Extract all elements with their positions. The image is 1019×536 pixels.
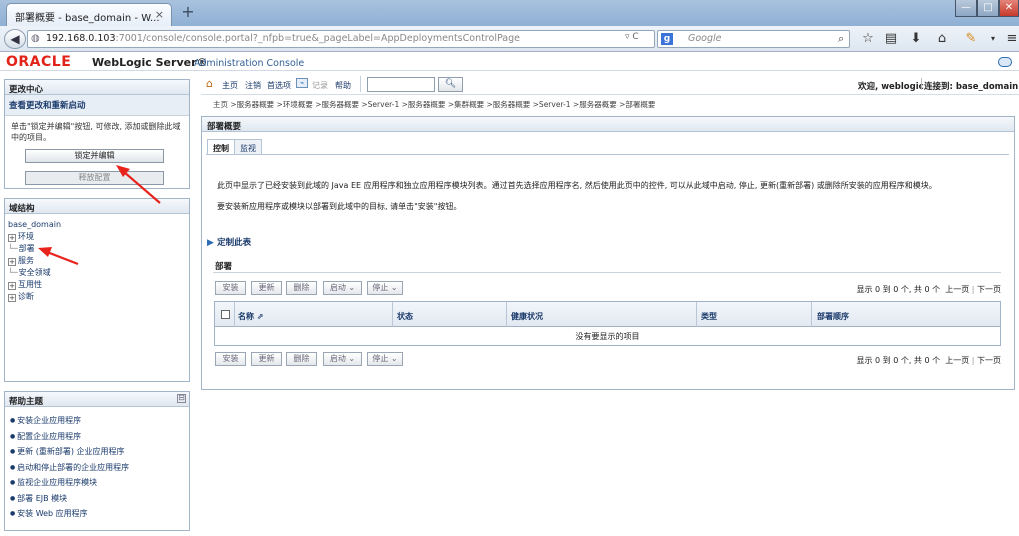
red-arrow-deployments-node	[38, 247, 79, 266]
annotation-arrows	[38, 165, 161, 266]
red-arrow-lock-button	[116, 165, 161, 204]
